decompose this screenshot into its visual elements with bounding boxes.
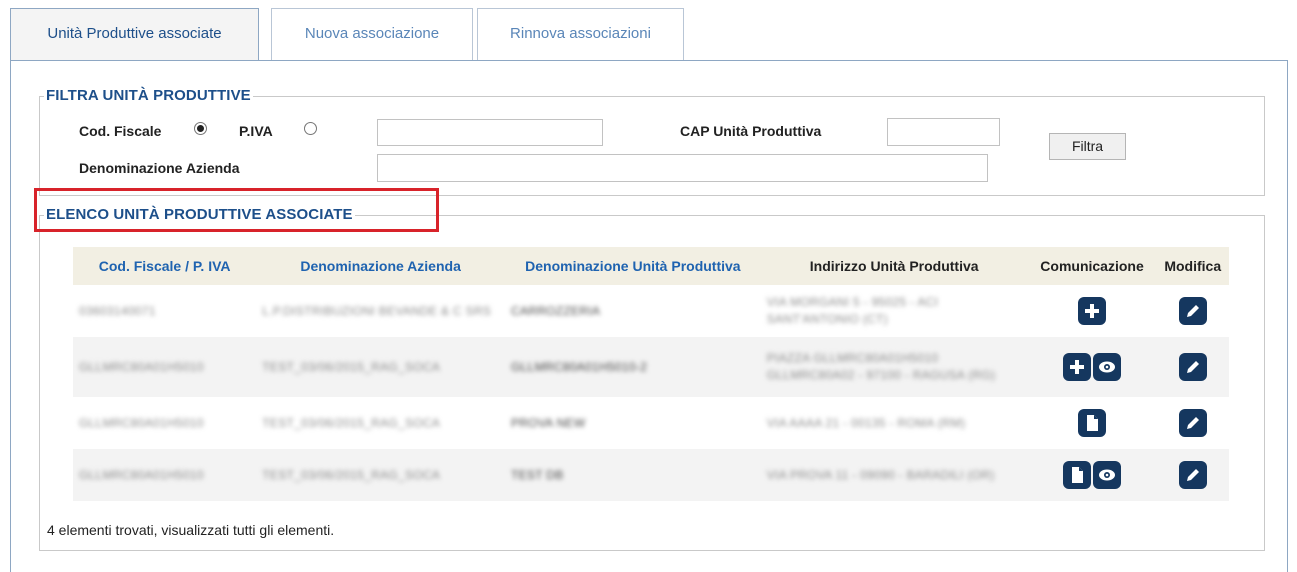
cell-modifica [1156,337,1229,397]
document-icon[interactable] [1063,461,1092,489]
cap-label: CAP Unità Produttiva [680,123,822,139]
cell-comunicazione [1027,337,1157,397]
cap-input[interactable] [887,118,1000,146]
cell-indirizzo: VIA PROVA 11 - 09090 - BARADILI (OR) [760,449,1028,501]
edit-icon[interactable] [1178,461,1207,489]
cell-cf: 03603140071 [73,285,257,337]
cell-modifica [1156,449,1229,501]
highlight-box [34,188,439,232]
tab-unita-produttive-associate[interactable]: Unità Produttive associate [10,8,259,61]
eye-icon[interactable] [1093,461,1122,489]
edit-icon[interactable] [1178,409,1207,437]
table-row: GLLMRC80A01H5010 TEST_03/06/2015_RAG_SOC… [73,397,1229,449]
table-row: GLLMRC80A01H5010 TEST_03/06/2015_RAG_SOC… [73,449,1229,501]
col-denominazione-azienda[interactable]: Denominazione Azienda [256,247,505,285]
col-comunicazione: Comunicazione [1027,247,1157,285]
cell-modifica [1156,285,1229,337]
denominazione-azienda-label: Denominazione Azienda [79,160,240,176]
cell-azienda: TEST_03/06/2015_RAG_SOCA [256,397,505,449]
cell-unita: PROVA NEW [504,397,761,449]
cell-azienda: TEST_03/06/2015_RAG_SOCA [256,449,505,501]
cell-cf: GLLMRC80A01H5010 [73,397,257,449]
cell-comunicazione [1027,397,1157,449]
cell-modifica [1156,397,1229,449]
plus-icon[interactable] [1078,297,1107,325]
results-table: Cod. Fiscale / P. IVA Denominazione Azie… [73,247,1229,501]
col-indirizzo: Indirizzo Unità Produttiva [760,247,1028,285]
cell-comunicazione [1027,449,1157,501]
cod-fiscale-radio[interactable] [194,122,207,135]
piva-radio[interactable] [304,122,317,135]
denominazione-azienda-input[interactable] [377,154,988,182]
table-row: GLLMRC80A01H5010 TEST_03/06/2015_RAG_SOC… [73,337,1229,397]
cell-indirizzo: PIAZZA GLLMRC80A01H5010 GLLMRC80A02 - 97… [760,337,1028,397]
cell-azienda: TEST_03/06/2015_RAG_SOCA [256,337,505,397]
cell-comunicazione [1027,285,1157,337]
table-header-row: Cod. Fiscale / P. IVA Denominazione Azie… [73,247,1229,285]
col-denominazione-unita[interactable]: Denominazione Unità Produttiva [504,247,761,285]
cell-azienda: L.P.DISTRIBUZIONI BEVANDE & C SRS [256,285,505,337]
edit-icon[interactable] [1178,353,1207,381]
plus-icon[interactable] [1063,353,1092,381]
cell-indirizzo: VIA AAAA 21 - 00135 - ROMA (RM) [760,397,1028,449]
cell-unita: GLLMRC80A01H5010-2 [504,337,761,397]
col-cod-fiscale[interactable]: Cod. Fiscale / P. IVA [73,247,257,285]
table-row: 03603140071 L.P.DISTRIBUZIONI BEVANDE & … [73,285,1229,337]
tab-rinnova-associazioni[interactable]: Rinnova associazioni [477,8,684,60]
cod-fiscale-label: Cod. Fiscale [79,123,162,139]
filtra-button[interactable]: Filtra [1049,133,1126,160]
piva-label: P.IVA [239,123,273,139]
cod-piva-input[interactable] [377,119,603,146]
results-summary: 4 elementi trovati, visualizzati tutti g… [47,522,335,538]
cell-cf: GLLMRC80A01H5010 [73,337,257,397]
eye-icon[interactable] [1093,353,1122,381]
tab-nuova-associazione[interactable]: Nuova associazione [271,8,473,60]
col-modifica: Modifica [1156,247,1229,285]
document-icon[interactable] [1078,409,1107,437]
filter-legend: FILTRA UNITÀ PRODUTTIVE [44,86,253,106]
cell-cf: GLLMRC80A01H5010 [73,449,257,501]
cell-indirizzo: VIA MORGANI 5 - 95025 - ACI SANT'ANTONIO… [760,285,1028,337]
edit-icon[interactable] [1178,297,1207,325]
cell-unita: CARROZZERIA [504,285,761,337]
cell-unita: TEST DB [504,449,761,501]
